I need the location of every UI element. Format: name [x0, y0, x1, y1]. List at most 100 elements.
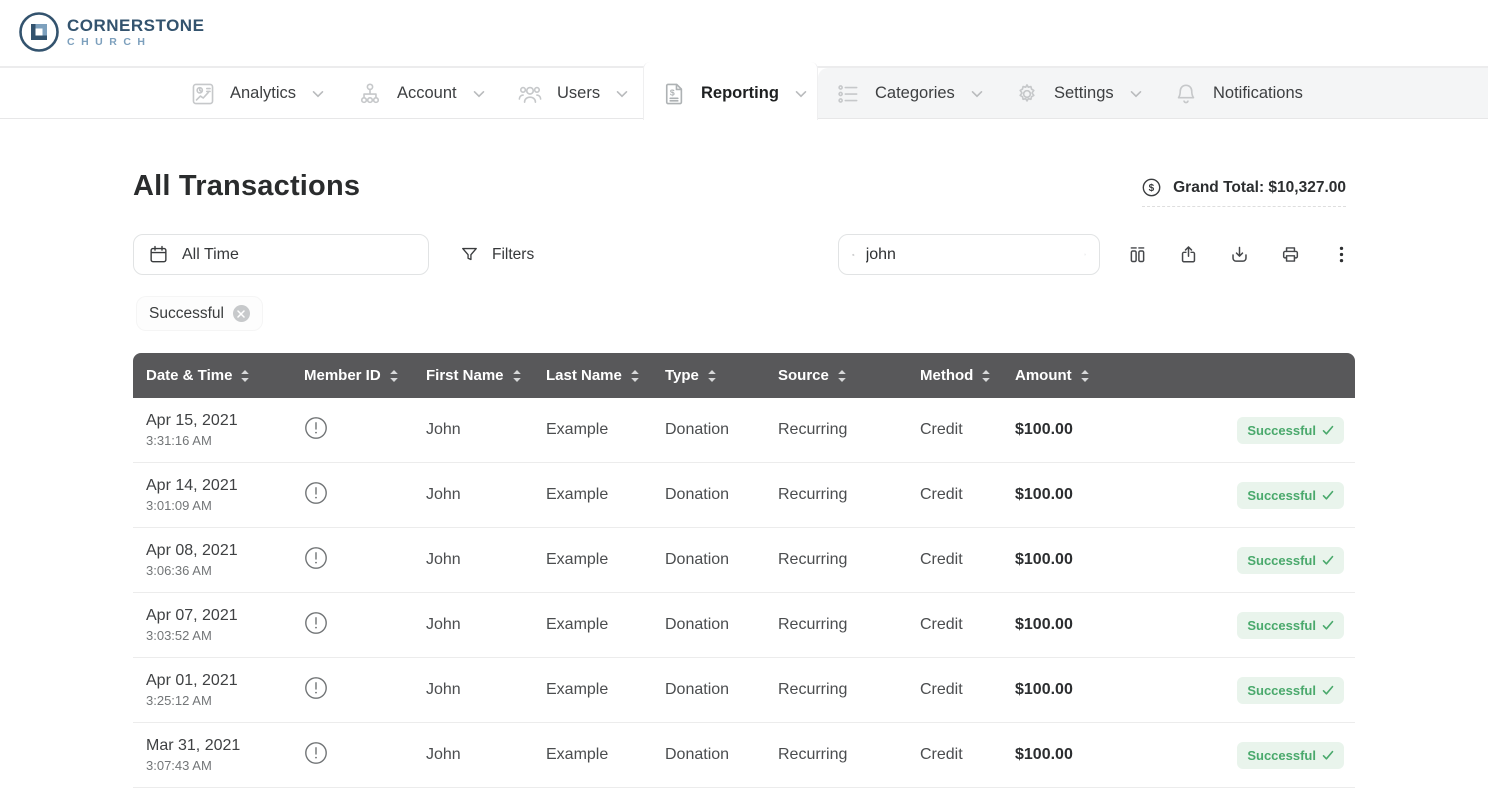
- column-header-last-name[interactable]: Last Name: [533, 367, 652, 384]
- status-badge: Successful: [1237, 612, 1344, 639]
- column-header-type[interactable]: Type: [652, 367, 765, 384]
- table-row[interactable]: Apr 07, 20213:03:52 AMJohnExampleDonatio…: [133, 593, 1355, 658]
- cell-first-name: John: [413, 551, 533, 569]
- chevron-down-icon: [312, 90, 324, 98]
- exclamation-circle-icon[interactable]: [304, 611, 328, 635]
- more-options-button[interactable]: [1316, 234, 1367, 275]
- transaction-date: Apr 08, 2021: [146, 542, 291, 560]
- funnel-icon: [460, 245, 479, 264]
- cell-first-name: John: [413, 746, 533, 764]
- check-icon: [1322, 490, 1334, 501]
- nav-item-notifications[interactable]: Notifications: [1173, 68, 1303, 119]
- table-row[interactable]: Apr 15, 20213:31:16 AMJohnExampleDonatio…: [133, 398, 1355, 463]
- transaction-date: Mar 31, 2021: [146, 737, 291, 755]
- gear-icon: [1014, 81, 1040, 107]
- nav-item-analytics[interactable]: Analytics: [190, 68, 324, 119]
- transaction-time: 3:03:52 AM: [146, 628, 291, 643]
- sort-icon: [1080, 369, 1090, 383]
- column-header-label: Type: [665, 367, 699, 384]
- check-icon: [1322, 425, 1334, 436]
- table-row[interactable]: Apr 01, 20213:25:12 AMJohnExampleDonatio…: [133, 658, 1355, 723]
- nav-label-categories: Categories: [875, 84, 955, 103]
- cell-method: Credit: [907, 616, 1002, 634]
- column-header-label: Last Name: [546, 367, 622, 384]
- print-icon: [1280, 244, 1301, 265]
- nav-label-users: Users: [557, 84, 600, 103]
- nav-item-users[interactable]: Users: [517, 68, 628, 119]
- cell-status: Successful: [1122, 612, 1355, 639]
- check-icon: [1322, 685, 1334, 696]
- cell-status: Successful: [1122, 742, 1355, 769]
- column-header-first-name[interactable]: First Name: [413, 367, 533, 384]
- date-range-value: All Time: [182, 246, 239, 264]
- search-input[interactable]: [866, 246, 1073, 264]
- column-header-source[interactable]: Source: [765, 367, 907, 384]
- download-button[interactable]: [1214, 234, 1265, 275]
- cell-status: Successful: [1122, 547, 1355, 574]
- transaction-time: 3:07:43 AM: [146, 758, 291, 773]
- transaction-time: 3:01:09 AM: [146, 498, 291, 513]
- sort-icon: [240, 369, 250, 383]
- columns-button[interactable]: [1112, 234, 1163, 275]
- cell-last-name: Example: [533, 681, 652, 699]
- exclamation-circle-icon[interactable]: [304, 676, 328, 700]
- table-row[interactable]: Mar 31, 20213:07:43 AMJohnExampleDonatio…: [133, 723, 1355, 788]
- status-badge: Successful: [1237, 547, 1344, 574]
- nav-item-account[interactable]: Account: [357, 68, 485, 119]
- cell-first-name: John: [413, 486, 533, 504]
- cell-method: Credit: [907, 486, 1002, 504]
- exclamation-circle-icon[interactable]: [304, 741, 328, 765]
- column-header-label: Member ID: [304, 367, 381, 384]
- exclamation-circle-icon[interactable]: [304, 416, 328, 440]
- check-icon: [1322, 555, 1334, 566]
- exclamation-circle-icon[interactable]: [304, 481, 328, 505]
- users-icon: [517, 81, 543, 107]
- page-title: All Transactions: [133, 170, 360, 203]
- nav-item-settings[interactable]: Settings: [1014, 68, 1142, 119]
- status-label: Successful: [1247, 553, 1316, 568]
- transaction-date: Apr 14, 2021: [146, 477, 291, 495]
- column-header-member-id[interactable]: Member ID: [291, 367, 413, 384]
- search-icon: [852, 245, 855, 265]
- cell-type: Donation: [652, 616, 765, 634]
- brand-subname: CHURCH: [67, 37, 204, 48]
- check-icon: [1322, 620, 1334, 631]
- transaction-date: Apr 07, 2021: [146, 607, 291, 625]
- clear-search-icon[interactable]: [1084, 246, 1086, 263]
- status-badge: Successful: [1237, 417, 1344, 444]
- column-header-date-time[interactable]: Date & Time: [133, 367, 291, 384]
- nav-item-categories[interactable]: Categories: [835, 68, 983, 119]
- cell-member-id: [291, 481, 413, 510]
- cell-source: Recurring: [765, 746, 907, 764]
- print-button[interactable]: [1265, 234, 1316, 275]
- svg-text:$: $: [670, 87, 675, 97]
- filters-button[interactable]: Filters: [452, 234, 542, 275]
- nav-item-reporting[interactable]: $ Reporting: [661, 68, 807, 119]
- logo-text: CORNERSTONE CHURCH: [67, 17, 204, 48]
- column-header-label: Amount: [1015, 367, 1072, 384]
- cell-last-name: Example: [533, 551, 652, 569]
- sort-icon: [707, 369, 717, 383]
- share-button[interactable]: [1163, 234, 1214, 275]
- cell-status: Successful: [1122, 417, 1355, 444]
- table-row[interactable]: Apr 14, 20213:01:09 AMJohnExampleDonatio…: [133, 463, 1355, 528]
- table-row[interactable]: Apr 08, 20213:06:36 AMJohnExampleDonatio…: [133, 528, 1355, 593]
- exclamation-circle-icon[interactable]: [304, 546, 328, 570]
- sort-icon: [837, 369, 847, 383]
- cell-amount: $100.00: [1002, 681, 1122, 699]
- column-header-amount[interactable]: Amount: [1002, 367, 1122, 384]
- app-logo[interactable]: CORNERSTONE CHURCH: [18, 11, 204, 53]
- report-dollar-icon: $: [661, 81, 687, 107]
- table-toolbar: [1112, 234, 1367, 275]
- status-label: Successful: [1247, 748, 1316, 763]
- cell-last-name: Example: [533, 486, 652, 504]
- transaction-time: 3:25:12 AM: [146, 693, 291, 708]
- column-header-method[interactable]: Method: [907, 367, 1002, 384]
- cell-amount: $100.00: [1002, 421, 1122, 439]
- date-range-picker[interactable]: All Time: [133, 234, 429, 275]
- cell-date-time: Mar 31, 2021 3:07:43 AM: [133, 737, 291, 773]
- remove-chip-button[interactable]: [233, 305, 250, 322]
- cell-member-id: [291, 741, 413, 770]
- columns-icon: [1127, 244, 1148, 265]
- cell-date-time: Apr 01, 20213:25:12 AM: [133, 672, 291, 708]
